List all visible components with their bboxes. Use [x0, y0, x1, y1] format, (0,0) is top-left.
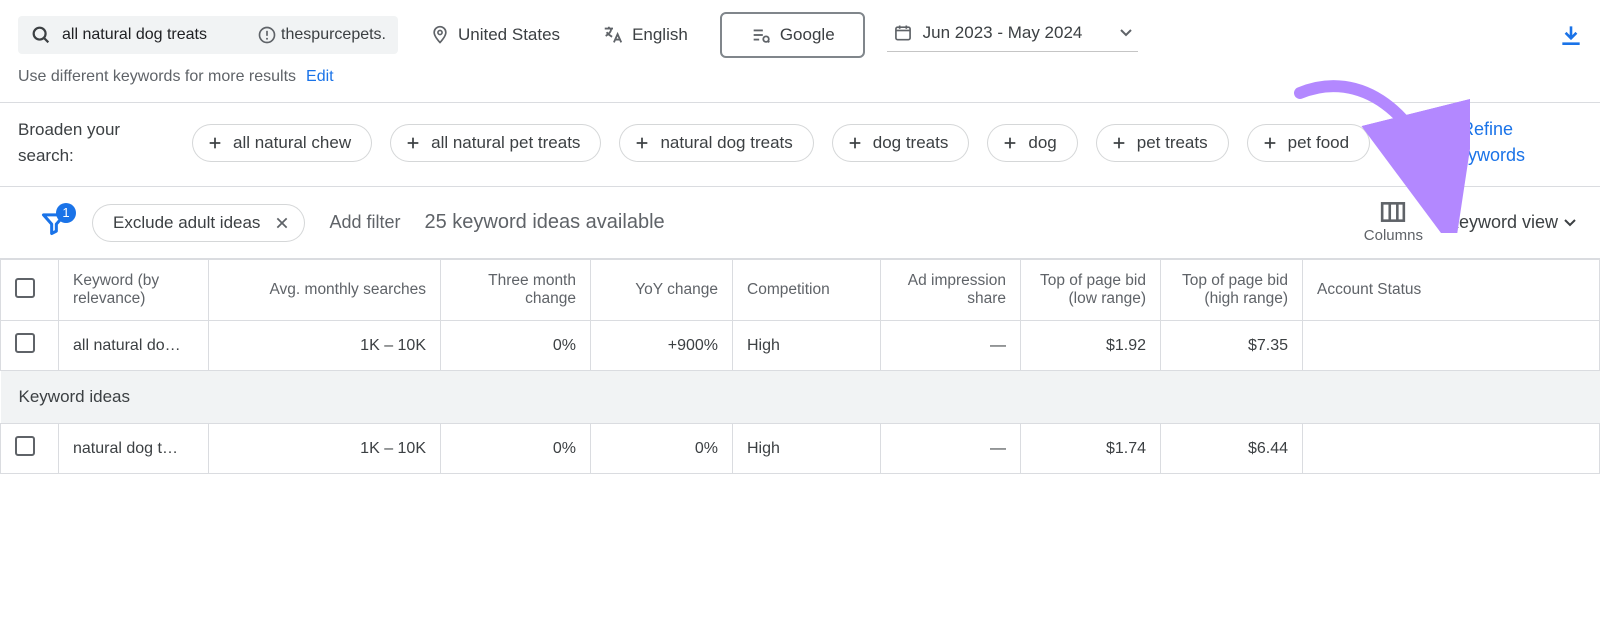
keyword-view-dropdown[interactable]: Keyword view [1447, 212, 1576, 233]
cell-ad-share: — [881, 321, 1021, 371]
date-range-label: Jun 2023 - May 2024 [923, 23, 1083, 43]
pill-label: all natural pet treats [431, 133, 580, 153]
broaden-label: Broaden your search: [18, 117, 168, 168]
cell-bid-low: $1.74 [1021, 424, 1161, 474]
broaden-pill[interactable]: all natural chew [192, 124, 372, 162]
plus-icon [634, 135, 650, 151]
close-icon[interactable] [274, 215, 290, 231]
col-ad-share[interactable]: Ad impression share [881, 260, 1021, 321]
plus-icon [847, 135, 863, 151]
broaden-pill[interactable]: dog [987, 124, 1077, 162]
filter-count-badge: 1 [56, 203, 76, 223]
hint-row: Use different keywords for more results … [0, 64, 1600, 103]
cell-competition: High [733, 321, 881, 371]
plus-icon [207, 135, 223, 151]
broaden-suggestions: all natural chew all natural pet treats … [192, 124, 1388, 162]
top-filter-bar: all natural dog treats thespurcepets. Un… [0, 0, 1600, 64]
cell-yoy: 0% [591, 424, 733, 474]
chip-label: Exclude adult ideas [113, 213, 260, 233]
broaden-pill[interactable]: all natural pet treats [390, 124, 601, 162]
search-site-label: thespurcepets. [281, 26, 386, 44]
dropdown-icon [1120, 29, 1132, 37]
cell-bid-high: $7.35 [1161, 321, 1303, 371]
hint-message: Use different keywords for more results [18, 68, 296, 86]
col-avg[interactable]: Avg. monthly searches [209, 260, 441, 321]
table-row[interactable]: all natural do… 1K – 10K 0% +900% High —… [1, 321, 1600, 371]
network-filter[interactable]: Google [720, 12, 865, 58]
ideas-available-text: 25 keyword ideas available [424, 211, 664, 234]
search-keyword-text: all natural dog treats [62, 25, 247, 45]
cell-status [1303, 424, 1600, 474]
col-keyword[interactable]: Keyword (by relevance) [59, 260, 209, 321]
language-label: English [632, 25, 688, 45]
col-status[interactable]: Account Status [1303, 260, 1600, 321]
section-label: Keyword ideas [1, 371, 1600, 424]
keyword-ideas-table: Keyword (by relevance) Avg. monthly sear… [0, 259, 1600, 474]
keyword-search-box[interactable]: all natural dog treats thespurcepets. [18, 16, 398, 54]
cell-three-month: 0% [441, 424, 591, 474]
cell-three-month: 0% [441, 321, 591, 371]
col-three-month[interactable]: Three month change [441, 260, 591, 321]
cell-keyword: all natural do… [59, 321, 209, 371]
table-row[interactable]: natural dog t… 1K – 10K 0% 0% High — $1.… [1, 424, 1600, 474]
network-label: Google [780, 25, 835, 45]
filter-funnel-button[interactable]: 1 [40, 209, 68, 237]
select-all-header[interactable] [1, 260, 59, 321]
location-label: United States [458, 25, 560, 45]
col-competition[interactable]: Competition [733, 260, 881, 321]
col-bid-high[interactable]: Top of page bid (high range) [1161, 260, 1303, 321]
pill-label: all natural chew [233, 133, 351, 153]
date-range-filter[interactable]: Jun 2023 - May 2024 [887, 19, 1139, 52]
section-header-row: Keyword ideas [1, 371, 1600, 424]
cell-avg: 1K – 10K [209, 321, 441, 371]
columns-label: Columns [1364, 227, 1423, 244]
col-bid-low[interactable]: Top of page bid (low range) [1021, 260, 1161, 321]
table-header-row: Keyword (by relevance) Avg. monthly sear… [1, 260, 1600, 321]
pill-label: dog [1028, 133, 1056, 153]
plus-icon [1262, 135, 1278, 151]
refine-keywords-link[interactable]: Refine keywords [1432, 117, 1542, 167]
row-checkbox[interactable] [15, 333, 35, 353]
cell-status [1303, 321, 1600, 371]
cell-bid-low: $1.92 [1021, 321, 1161, 371]
broaden-pill[interactable]: pet treats [1096, 124, 1229, 162]
checkbox-icon[interactable] [15, 278, 35, 298]
col-yoy[interactable]: YoY change [591, 260, 733, 321]
broaden-search-row: Broaden your search: all natural chew al… [0, 103, 1600, 187]
search-site-chip[interactable]: thespurcepets. [257, 25, 386, 45]
exclude-adult-chip[interactable]: Exclude adult ideas [92, 204, 305, 242]
cell-competition: High [733, 424, 881, 474]
pill-label: dog treats [873, 133, 949, 153]
edit-link[interactable]: Edit [306, 68, 334, 86]
cell-ad-share: — [881, 424, 1021, 474]
search-icon [30, 24, 52, 46]
plus-icon [1002, 135, 1018, 151]
pill-label: natural dog treats [660, 133, 792, 153]
dropdown-icon [1564, 219, 1576, 227]
broaden-pill[interactable]: pet food [1247, 124, 1370, 162]
pill-label: pet food [1288, 133, 1349, 153]
plus-icon [1111, 135, 1127, 151]
refine-label: Refine keywords [1432, 117, 1542, 167]
row-checkbox[interactable] [15, 436, 35, 456]
plus-icon [405, 135, 421, 151]
cell-keyword: natural dog t… [59, 424, 209, 474]
columns-button[interactable]: Columns [1364, 201, 1423, 244]
download-icon[interactable] [1558, 22, 1584, 48]
cell-bid-high: $6.44 [1161, 424, 1303, 474]
cell-yoy: +900% [591, 321, 733, 371]
broaden-pill[interactable]: natural dog treats [619, 124, 813, 162]
pill-label: pet treats [1137, 133, 1208, 153]
broaden-pill[interactable]: dog treats [832, 124, 970, 162]
language-filter[interactable]: English [592, 18, 698, 52]
filter-toolbar: 1 Exclude adult ideas Add filter 25 keyw… [0, 187, 1600, 259]
cell-avg: 1K – 10K [209, 424, 441, 474]
keyword-view-label: Keyword view [1447, 212, 1558, 233]
add-filter-button[interactable]: Add filter [329, 212, 400, 233]
location-filter[interactable]: United States [420, 19, 570, 51]
